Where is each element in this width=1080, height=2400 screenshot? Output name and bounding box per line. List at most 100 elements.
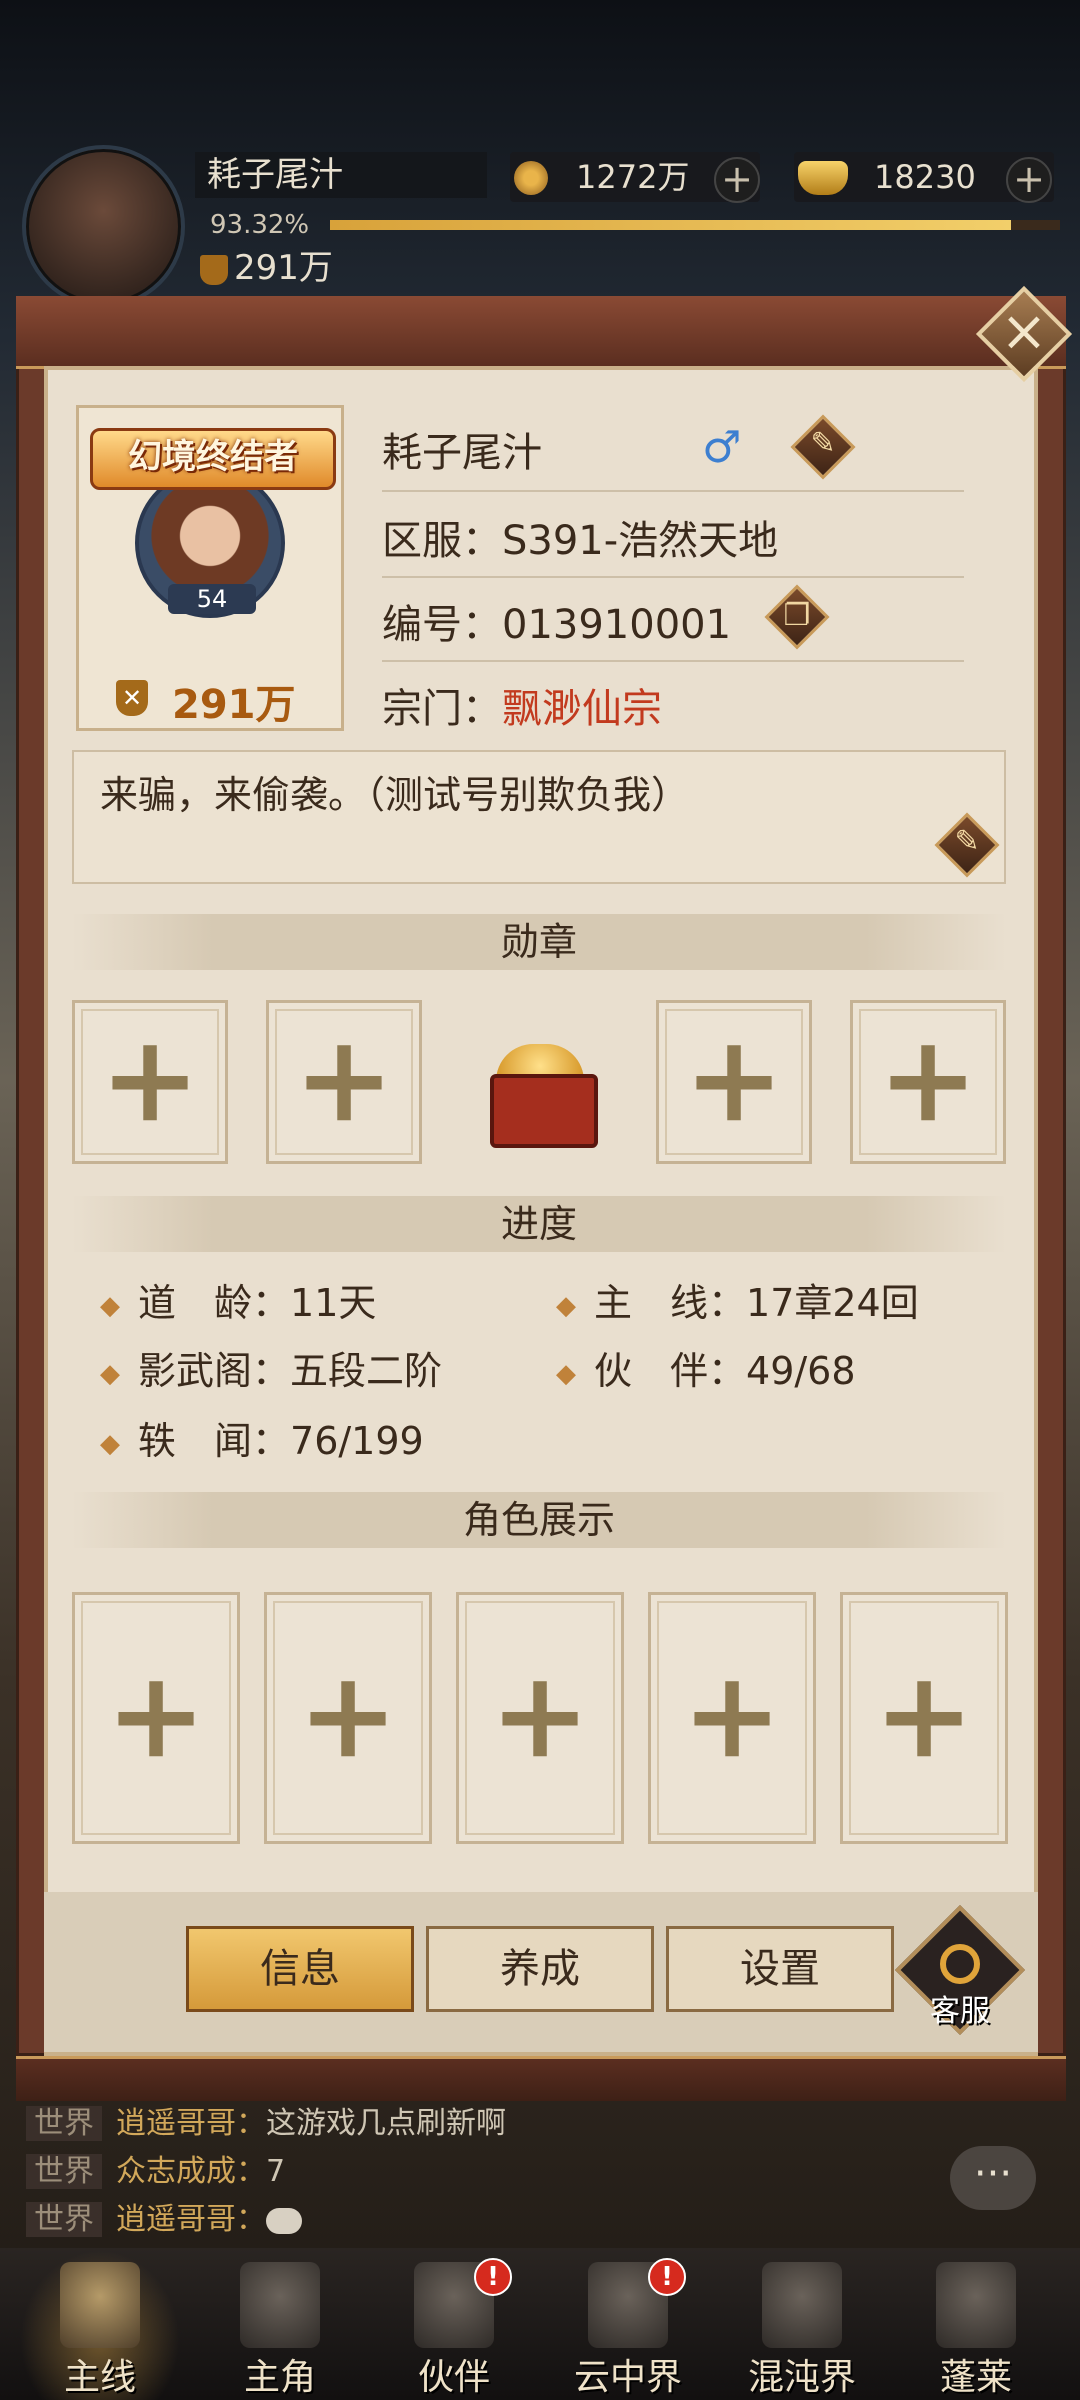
bullet-icon: ◆ — [556, 1358, 576, 1389]
chat-channel: 世界 — [26, 2154, 102, 2189]
progress-dao-age: ◆ 道 龄：11天 — [100, 1272, 376, 1327]
hero-icon — [240, 2262, 320, 2348]
nav-chaos-realm[interactable]: 混沌界 — [722, 2250, 882, 2400]
panel-top-bar — [16, 296, 1066, 369]
power-icon — [200, 254, 228, 285]
level-badge: 54 — [168, 584, 256, 614]
partner-value: 49/68 — [746, 1349, 856, 1393]
lore-value: 76/199 — [290, 1419, 424, 1463]
nav-hero[interactable]: 主角 — [200, 2250, 360, 2400]
chaos-tower-icon — [762, 2262, 842, 2348]
player-avatar[interactable] — [22, 145, 185, 308]
mainline-value: 17章24回 — [746, 1281, 919, 1325]
chat-channel: 世界 — [26, 2202, 102, 2237]
medal-slot-4[interactable]: + — [850, 1000, 1006, 1164]
medal-slot-2[interactable]: + — [266, 1000, 422, 1164]
chat-line[interactable]: 世界 众志成成：7 — [26, 2146, 285, 2190]
mainline-label: 主 线： — [594, 1281, 747, 1325]
nav-label: 伙伴 — [417, 2357, 490, 2398]
tab-develop[interactable]: 养成 — [426, 1926, 654, 2012]
nav-label: 主线 — [63, 2357, 136, 2398]
divider — [382, 490, 964, 492]
male-gender-icon: ♂ — [702, 422, 742, 473]
chat-message: 这游戏几点刷新啊 — [266, 2106, 506, 2141]
progress-partner: ◆ 伙 伴：49/68 — [556, 1340, 856, 1395]
nav-partner[interactable]: ! 伙伴 — [374, 2250, 534, 2400]
showcase-header: 角色展示 — [72, 1492, 1006, 1548]
gold-currency: 18230 + — [794, 152, 1054, 203]
bullet-icon: ◆ — [556, 1290, 576, 1321]
chat-sender: 逍遥哥哥： — [116, 2106, 266, 2141]
chat-sender: 众志成成： — [116, 2154, 266, 2189]
medals-header: 勋章 — [72, 914, 1006, 970]
nav-label: 混沌界 — [747, 2357, 856, 2398]
nav-cloud-realm[interactable]: ! 云中界 — [548, 2250, 708, 2400]
notification-badge: ! — [648, 2258, 686, 2296]
sage-icon — [936, 2262, 1016, 2348]
power-shield-icon: ✕ — [116, 680, 148, 716]
sect-value[interactable]: 飘渺仙宗 — [502, 686, 662, 732]
headset-icon — [940, 1944, 980, 1984]
add-icon: + — [297, 1644, 399, 1786]
add-copper-button[interactable]: + — [714, 157, 760, 203]
chat-channel: 世界 — [26, 2106, 102, 2141]
progress-shadow-pavilion: ◆ 影武阁：五段二阶 — [100, 1340, 442, 1395]
showcase-slot-5[interactable]: + — [840, 1592, 1008, 1844]
profile-name: 耗子尾汁 — [382, 430, 542, 476]
close-icon[interactable]: × — [990, 298, 1058, 366]
progress-lore: ◆ 轶 闻：76/199 — [100, 1410, 424, 1465]
signature-text: 来骗，来偷袭。（测试号别欺负我） — [100, 773, 690, 817]
nav-mainline[interactable]: 主线 — [20, 2250, 180, 2400]
server-label: 区服： — [382, 518, 502, 564]
divider — [382, 576, 964, 578]
copper-currency: 1272万 + — [510, 152, 760, 203]
id-value: 013910001 — [502, 602, 732, 648]
id-row: 编号：013910001 — [382, 592, 731, 650]
showcase-slot-1[interactable]: + — [72, 1592, 240, 1844]
add-icon: + — [99, 1008, 201, 1150]
top-hud: 耗子尾汁 93.32% 291万 1272万 + 18230 + — [0, 140, 1080, 308]
chat-line[interactable]: 世界 逍遥哥哥：这游戏几点刷新啊 — [26, 2098, 506, 2142]
partner-label: 伙 伴： — [594, 1349, 747, 1393]
bullet-icon: ◆ — [100, 1428, 120, 1459]
exp-percent: 93.32% — [210, 210, 310, 240]
add-icon: + — [293, 1008, 395, 1150]
copy-icon: ❐ — [783, 598, 811, 633]
brush-icon: ✎ — [810, 426, 836, 461]
server-row: 区服：S391-浩然天地 — [382, 508, 778, 566]
exp-bar — [330, 220, 1060, 230]
showcase-slot-4[interactable]: + — [648, 1592, 816, 1844]
add-icon: + — [489, 1644, 591, 1786]
customer-service-label[interactable]: 客服 — [916, 1986, 1004, 2030]
chat-line[interactable]: 世界 逍遥哥哥： — [26, 2194, 302, 2238]
medal-slot-3[interactable]: + — [656, 1000, 812, 1164]
chat-open-button[interactable]: ··· — [950, 2146, 1036, 2210]
shadow-label: 影武阁： — [138, 1349, 291, 1393]
bullet-icon: ◆ — [100, 1358, 120, 1389]
chest-body — [490, 1074, 598, 1148]
showcase-slot-3[interactable]: + — [456, 1592, 624, 1844]
hud-power-value: 291万 — [234, 248, 333, 288]
dao-age-label: 道 龄： — [138, 1281, 291, 1325]
id-label: 编号： — [382, 602, 502, 648]
brush-icon: ✎ — [954, 824, 980, 859]
progress-header: 进度 — [72, 1196, 1006, 1252]
showcase-slot-2[interactable]: + — [264, 1592, 432, 1844]
exp-bar-fill — [330, 220, 1012, 230]
dao-age-value: 11天 — [290, 1281, 377, 1325]
tab-info[interactable]: 信息 — [186, 1926, 414, 2012]
voice-message-icon[interactable] — [266, 2207, 302, 2234]
chat-sender: 逍遥哥哥： — [116, 2202, 266, 2237]
tab-settings[interactable]: 设置 — [666, 1926, 894, 2012]
treasure-chest-icon[interactable] — [480, 1022, 600, 1148]
medal-slot-1[interactable]: + — [72, 1000, 228, 1164]
copper-value: 1272万 — [576, 158, 690, 196]
divider — [382, 660, 964, 662]
nav-penglai[interactable]: 蓬莱 — [896, 2250, 1056, 2400]
hud-player-name: 耗子尾汁 — [195, 152, 487, 198]
nav-label: 主角 — [243, 2357, 316, 2398]
sect-label: 宗门： — [382, 686, 502, 732]
hud-power: 291万 — [200, 240, 333, 289]
add-icon: + — [105, 1644, 207, 1786]
add-gold-button[interactable]: + — [1006, 157, 1052, 203]
